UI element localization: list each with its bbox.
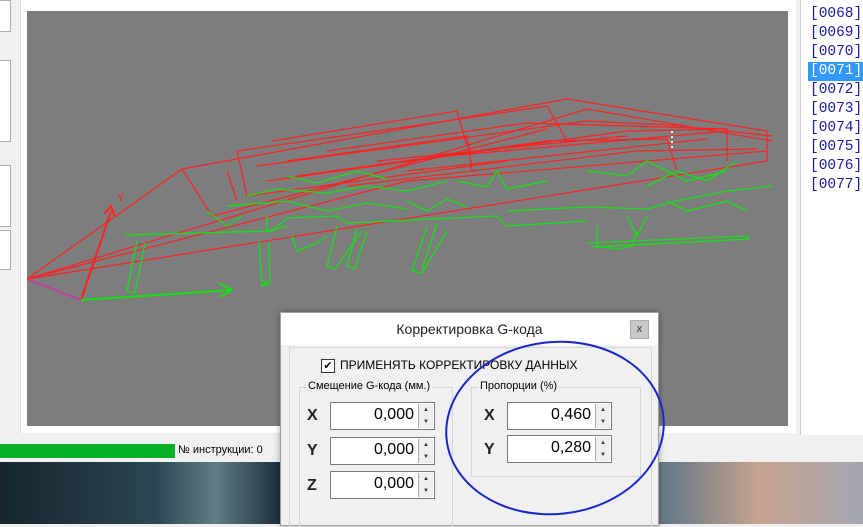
list-item[interactable]: [0073] (808, 100, 863, 119)
list-item[interactable]: [0069] (808, 24, 863, 43)
apply-correction-checkbox[interactable]: ✔ (321, 359, 335, 373)
offset-y-stepper[interactable]: 0,000 ▲ ▼ (330, 437, 435, 465)
spin-down-icon[interactable]: ▼ (419, 416, 433, 428)
left-control[interactable] (0, 165, 11, 227)
offset-y-value[interactable]: 0,000 (374, 441, 414, 459)
spin-down-icon[interactable]: ▼ (419, 451, 433, 463)
offset-group-title: Смещение G-кода (мм.) (306, 380, 433, 392)
offset-x-stepper[interactable]: 0,000 ▲ ▼ (330, 402, 435, 430)
y-axis (80, 210, 112, 301)
cut-paths (124, 160, 773, 294)
offset-y-label: Y (307, 442, 318, 459)
close-button[interactable]: x (630, 320, 649, 339)
x-axis (80, 289, 233, 301)
dialog-title: Корректировка G-кода (281, 313, 658, 345)
instruction-list[interactable]: [0068] [0069] [0070] [0071] [0072] [0073… (800, 0, 863, 435)
list-item[interactable]: [0072] (808, 81, 863, 100)
offset-x-value[interactable]: 0,000 (374, 406, 414, 424)
list-item[interactable]: [0077] (808, 176, 863, 195)
list-item[interactable]: [0075] (808, 138, 863, 157)
offset-z-label: Z (307, 477, 317, 494)
offset-z-stepper[interactable]: 0,000 ▲ ▼ (330, 471, 435, 499)
offset-z-value[interactable]: 0,000 (374, 475, 414, 493)
list-item[interactable]: [0074] (808, 119, 863, 138)
instruction-number-label: № инструкции: 0 (178, 444, 263, 456)
rapid-moves (27, 98, 773, 280)
progress-bar (0, 444, 175, 458)
left-control[interactable] (0, 0, 11, 32)
list-item[interactable]: [0070] (808, 43, 863, 62)
spin-down-icon[interactable]: ▼ (419, 485, 433, 497)
list-item-selected[interactable]: [0071] (808, 62, 863, 81)
offset-x-label: X (307, 407, 318, 424)
left-control[interactable] (0, 60, 11, 142)
list-item[interactable]: [0076] (808, 157, 863, 176)
y-axis-label: Y (117, 192, 125, 204)
left-control[interactable] (0, 230, 11, 270)
list-item[interactable]: [0068] (808, 5, 863, 24)
